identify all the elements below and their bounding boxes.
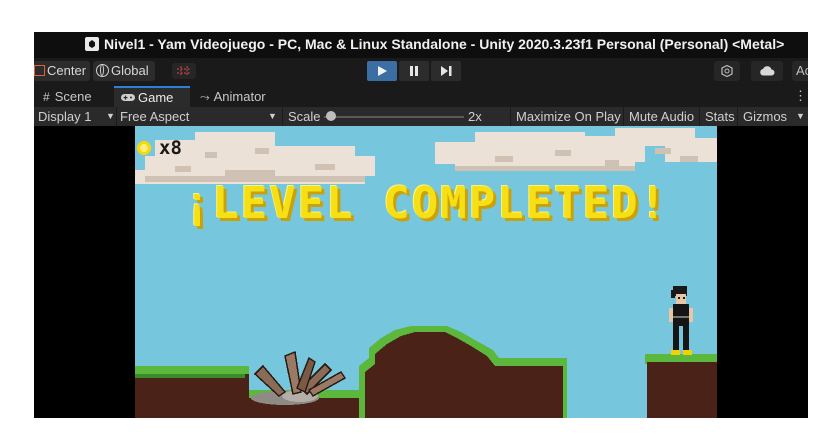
- level-completed-banner: ¡LEVEL COMPLETED!: [183, 178, 669, 229]
- chevron-down-icon: ▼: [106, 111, 115, 121]
- tab-game-label: Game: [138, 90, 174, 105]
- pivot-center-icon: [34, 65, 45, 76]
- pivot-toggle-button[interactable]: Center: [34, 61, 90, 81]
- gamepad-icon: [121, 94, 135, 101]
- aspect-label: Free Aspect: [120, 109, 190, 124]
- coin-counter: x8: [159, 137, 182, 159]
- ground-left: [135, 366, 249, 418]
- cloud-button[interactable]: [751, 61, 783, 81]
- tab-game[interactable]: Game: [114, 86, 190, 107]
- divider: [737, 107, 738, 126]
- game-scene-art: [135, 128, 717, 418]
- aspect-dropdown[interactable]: Free Aspect ▼: [120, 107, 280, 126]
- play-icon: [378, 66, 387, 76]
- maximize-on-play-toggle[interactable]: Maximize On Play: [516, 107, 621, 126]
- coin-icon: [137, 141, 151, 155]
- collab-button[interactable]: [714, 61, 740, 81]
- step-button[interactable]: [431, 61, 461, 81]
- game-view-toolbar: Display 1 ▼ Free Aspect ▼ Scale 2x Maxim…: [34, 107, 808, 126]
- grid-snapping-icon[interactable]: [172, 63, 196, 79]
- view-tab-bar: # Scene Game ⤳ Animator: [34, 86, 808, 107]
- tab-scene-label: Scene: [54, 89, 92, 104]
- gizmos-dropdown[interactable]: Gizmos ▼: [743, 107, 807, 126]
- divider: [116, 107, 117, 126]
- account-button[interactable]: Ac: [792, 61, 808, 81]
- gizmos-label: Gizmos: [743, 109, 788, 124]
- hash-icon: #: [43, 90, 50, 104]
- play-button[interactable]: [367, 61, 397, 81]
- display-dropdown[interactable]: Display 1 ▼: [38, 107, 116, 126]
- unity-editor-window: Nivel1 - Yam Videojuego - PC, Mac & Linu…: [34, 32, 808, 418]
- mute-audio-toggle[interactable]: Mute Audio: [629, 107, 694, 126]
- divider: [699, 107, 700, 126]
- pause-button[interactable]: [399, 61, 429, 81]
- more-options-icon[interactable]: ⋮: [794, 88, 807, 104]
- scale-value: 2x: [468, 109, 482, 124]
- game-view[interactable]: x8 ¡LEVEL COMPLETED!: [34, 126, 808, 418]
- scale-slider-handle[interactable]: [326, 111, 336, 121]
- tab-scene[interactable]: # Scene: [41, 86, 113, 107]
- player-character: [669, 286, 693, 355]
- title-bar: Nivel1 - Yam Videojuego - PC, Mac & Linu…: [34, 32, 808, 58]
- scale-slider-track[interactable]: [324, 116, 464, 118]
- globe-icon: [96, 64, 109, 77]
- scale-label: Scale: [288, 109, 321, 124]
- animator-icon: ⤳: [200, 90, 210, 104]
- divider: [623, 107, 624, 126]
- chevron-down-icon: ▼: [268, 111, 277, 121]
- cloud-right: [435, 128, 717, 170]
- divider: [510, 107, 511, 126]
- stats-toggle[interactable]: Stats: [705, 107, 735, 126]
- game-viewport[interactable]: x8 ¡LEVEL COMPLETED!: [135, 126, 717, 418]
- tab-animator[interactable]: ⤳ Animator: [200, 86, 280, 107]
- space-toggle-button[interactable]: Global: [93, 61, 155, 81]
- tab-animator-label: Animator: [213, 89, 266, 104]
- window-title: Nivel1 - Yam Videojuego - PC, Mac & Linu…: [104, 36, 785, 52]
- step-icon: [440, 66, 451, 76]
- ground-right: [645, 354, 717, 418]
- pause-icon: [410, 66, 418, 76]
- cloud-icon: [760, 66, 775, 76]
- pivot-label: Center: [47, 63, 87, 78]
- space-label: Global: [111, 63, 149, 78]
- ground-hill: [359, 326, 567, 418]
- display-label: Display 1: [38, 109, 92, 124]
- divider: [282, 107, 283, 126]
- collab-icon: [721, 64, 733, 78]
- chevron-down-icon: ▼: [796, 111, 805, 121]
- unity-logo-icon: [85, 37, 99, 51]
